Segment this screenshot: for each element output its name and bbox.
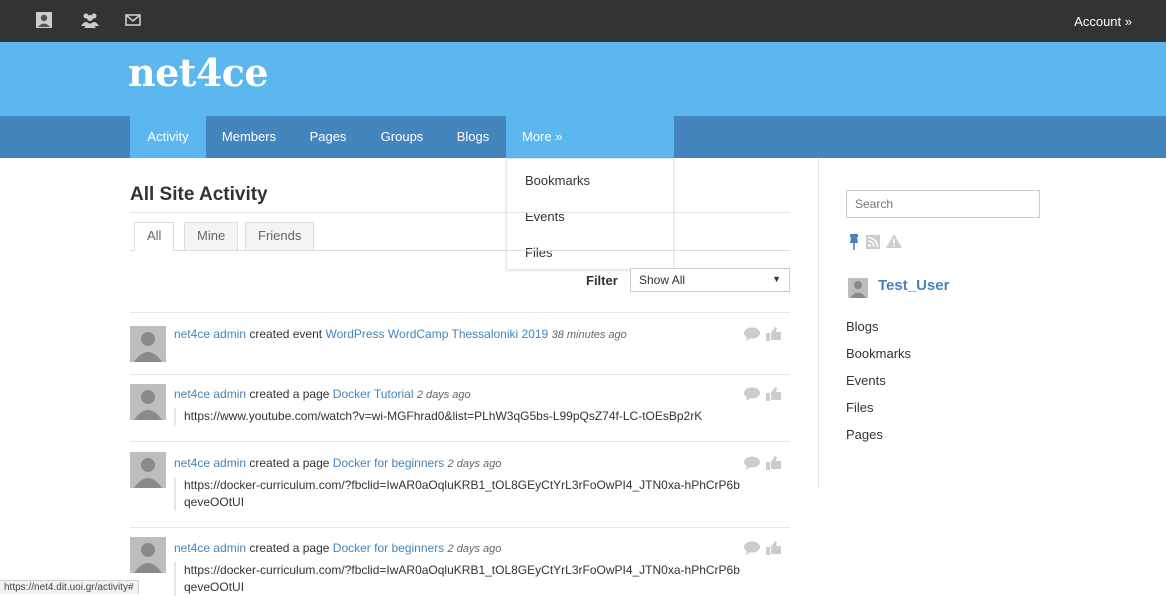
activity-time[interactable]: 38 minutes ago (552, 329, 627, 341)
nav-item-members[interactable]: Members (206, 116, 292, 158)
activity-actions (744, 327, 784, 341)
caret-down-icon: ▼ (772, 274, 781, 284)
tab-friends[interactable]: Friends (245, 222, 315, 250)
more-dropdown: Bookmarks Events Files (506, 158, 674, 270)
nav-item-groups[interactable]: Groups (364, 116, 440, 158)
activity-header: net4ce admin created a page Docker Tutor… (174, 387, 471, 401)
nav-item-more[interactable]: More » (506, 116, 674, 158)
sidebar-divider (818, 158, 819, 488)
activity-content: https://docker-curriculum.com/?fbclid=Iw… (174, 477, 744, 511)
activity-actions (744, 387, 784, 401)
admin-topbar: Account » (0, 0, 1166, 42)
account-menu-link[interactable]: Account » (1074, 14, 1132, 29)
activity-actions (744, 456, 784, 470)
tabs-divider (130, 250, 790, 251)
nav-item-activity[interactable]: Activity (130, 116, 206, 158)
nav-item-pages[interactable]: Pages (292, 116, 364, 158)
dropdown-item-bookmarks[interactable]: Bookmarks (525, 173, 590, 188)
browser-status-url: https://net4.dit.uoi.gr/activity# (0, 580, 139, 594)
tab-all[interactable]: All (134, 222, 175, 251)
dropdown-item-files[interactable]: Files (525, 245, 552, 260)
activity-author-link[interactable]: net4ce admin (174, 327, 246, 341)
activity-divider (130, 374, 790, 375)
activity-content: https://docker-curriculum.com/?fbclid=Iw… (174, 562, 744, 596)
activity-target-link[interactable]: WordPress WordCamp Thessaloniki 2019 (325, 327, 548, 341)
activity-time[interactable]: 2 days ago (417, 389, 471, 401)
tab-mine[interactable]: Mine (184, 222, 239, 250)
activity-time[interactable]: 2 days ago (448, 458, 502, 470)
activity-time[interactable]: 2 days ago (448, 543, 502, 555)
activity-author-link[interactable]: net4ce admin (174, 541, 246, 555)
mail-icon[interactable] (124, 11, 142, 29)
sidebar-link-bookmarks[interactable]: Bookmarks (846, 346, 911, 361)
activity-target-link[interactable]: Docker for beginners (333, 456, 444, 470)
activity-action: created a page (249, 387, 330, 401)
activity-action: created a page (249, 541, 330, 555)
sidebar-link-events[interactable]: Events (846, 373, 886, 388)
activity-target-link[interactable]: Docker for beginners (333, 541, 444, 555)
activity-action: created a page (249, 456, 330, 470)
filter-select[interactable]: Show All ▼ (630, 268, 790, 292)
sidebar-link-blogs[interactable]: Blogs (846, 319, 879, 334)
activity-header: net4ce admin created event WordPress Wor… (174, 327, 627, 341)
filter-select-value: Show All (639, 273, 686, 287)
filter-label: Filter (586, 273, 618, 288)
activity-divider (130, 312, 790, 313)
avatar[interactable] (130, 452, 166, 488)
activity-content: https://www.youtube.com/watch?v=wi-MGFhr… (174, 408, 764, 425)
activity-author-link[interactable]: net4ce admin (174, 387, 246, 401)
avatar[interactable] (130, 537, 166, 573)
user-icon[interactable] (35, 11, 53, 29)
page-title: All Site Activity (130, 184, 268, 205)
activity-author-link[interactable]: net4ce admin (174, 456, 246, 470)
sidebar-link-files[interactable]: Files (846, 400, 873, 415)
activity-header: net4ce admin created a page Docker for b… (174, 456, 501, 470)
activity-divider (130, 441, 790, 442)
activity-divider (130, 527, 790, 528)
activity-header: net4ce admin created a page Docker for b… (174, 541, 501, 555)
activity-actions (744, 541, 784, 555)
activity-action: created event (249, 327, 323, 341)
search-input[interactable] (846, 190, 1040, 218)
main-nav: Activity Members Pages Groups Blogs More… (0, 116, 1166, 158)
nav-item-blogs[interactable]: Blogs (440, 116, 506, 158)
site-header: net4ce (0, 42, 1166, 116)
avatar[interactable] (130, 384, 166, 420)
site-logo[interactable]: net4ce (128, 50, 269, 95)
user-name-link[interactable]: Test_User (878, 277, 949, 294)
title-divider (130, 212, 790, 213)
users-icon[interactable] (80, 11, 99, 29)
sidebar-link-pages[interactable]: Pages (846, 427, 883, 442)
avatar[interactable] (130, 326, 166, 362)
activity-target-link[interactable]: Docker Tutorial (333, 387, 414, 401)
user-avatar[interactable] (848, 278, 868, 298)
